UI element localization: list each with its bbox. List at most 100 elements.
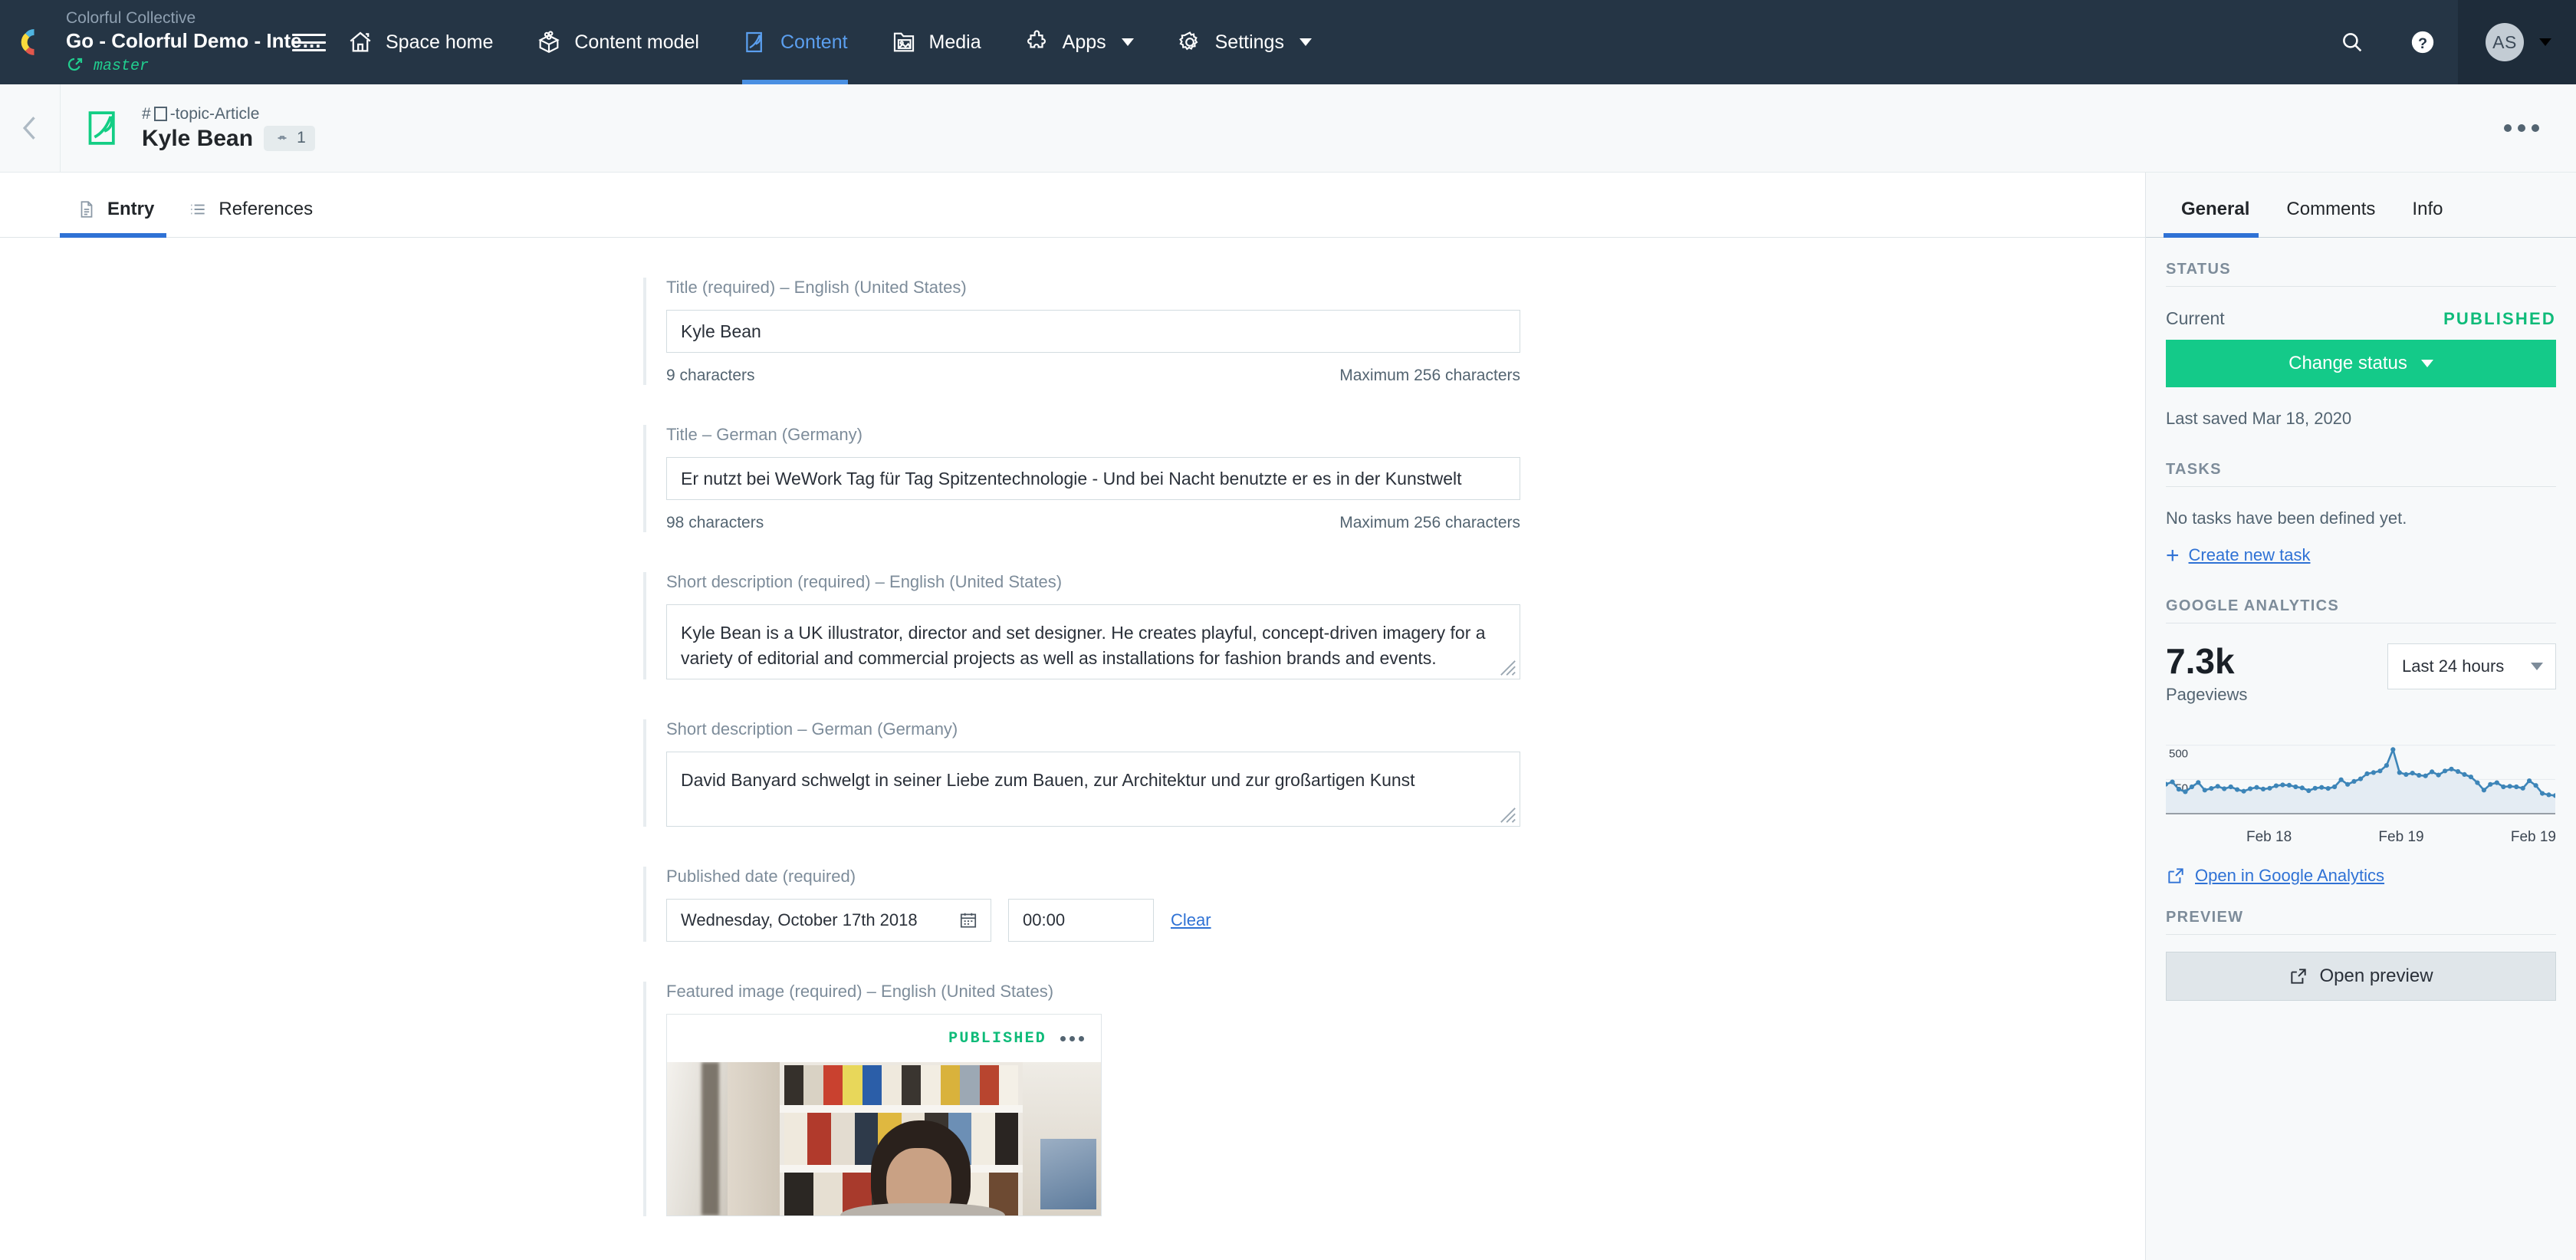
entry-editor-tabs: Entry References — [0, 173, 2145, 238]
ga-xtick: Feb 18 — [2246, 829, 2292, 846]
user-account-menu[interactable]: AS — [2458, 0, 2576, 84]
incoming-links-badge[interactable]: 1 — [264, 126, 315, 151]
resize-handle-icon[interactable] — [1500, 660, 1516, 676]
field-meta: 98 characters Maximum 256 characters — [666, 514, 1520, 532]
space-name: Go - Colorful Demo - Inte… — [66, 28, 281, 54]
fields-container: Title (required) – English (United State… — [643, 238, 1502, 1216]
change-status-label: Change status — [2288, 353, 2407, 374]
ga-range-select[interactable]: Last 24 hours — [2387, 643, 2556, 689]
field-published-date: Published date (required) Wednesday, Oct… — [643, 867, 1502, 942]
environment-row: master — [66, 56, 281, 76]
short-description-de-textarea[interactable]: David Banyard schwelgt in seiner Liebe z… — [666, 752, 1520, 827]
nav-item-content-model[interactable]: Content model — [514, 0, 721, 84]
sidebar-tab-general[interactable]: General — [2163, 199, 2268, 237]
top-navigation-bar: Colorful Collective Go - Colorful Demo -… — [0, 0, 2576, 84]
entry-content-type: # -topic-Article — [142, 104, 315, 124]
field-spacer — [643, 942, 1502, 982]
change-status-button[interactable]: Change status — [2166, 340, 2556, 387]
entry-sidebar: General Comments Info STATUS Current PUB… — [2145, 173, 2576, 1260]
ga-chart-xaxis: Feb 18 Feb 19 Feb 19 — [2166, 824, 2556, 846]
help-icon: ? — [2410, 29, 2436, 55]
google-analytics-section-title: GOOGLE ANALYTICS — [2166, 597, 2556, 623]
title-en-input[interactable]: Kyle Bean — [666, 310, 1520, 353]
tab-references[interactable]: References — [171, 199, 330, 237]
status-current-label: Current — [2166, 308, 2225, 329]
svg-text:500: 500 — [2169, 748, 2188, 761]
space-brand-block[interactable]: Colorful Collective Go - Colorful Demo -… — [0, 0, 326, 84]
contentful-logo-icon — [14, 24, 51, 61]
search-button[interactable] — [2317, 0, 2387, 84]
back-button[interactable] — [0, 84, 60, 173]
create-new-task-button[interactable]: + Create new task — [2166, 545, 2556, 565]
sidebar-tab-label: Comments — [2286, 199, 2375, 219]
entry-actions-menu-button[interactable] — [2504, 124, 2539, 132]
nav-item-media[interactable]: Media — [869, 0, 1003, 84]
field-spacer — [643, 679, 1502, 719]
field-spacer — [643, 385, 1502, 425]
status-section-title: STATUS — [2166, 261, 2556, 287]
resize-handle-icon[interactable] — [1500, 807, 1516, 824]
media-icon — [891, 29, 917, 55]
asset-actions-menu-button[interactable] — [1060, 1036, 1084, 1041]
open-preview-label: Open preview — [2319, 966, 2433, 987]
home-icon — [347, 29, 373, 55]
chevron-down-icon — [2539, 38, 2551, 46]
date-time-row: Wednesday, October 17th 2018 00:00 Clear — [666, 899, 1502, 942]
sidebar-tab-info[interactable]: Info — [2394, 199, 2461, 237]
field-label: Short description (required) – English (… — [666, 572, 1502, 592]
contentful-app-window: Colorful Collective Go - Colorful Demo -… — [0, 0, 2576, 1260]
calendar-icon — [958, 910, 978, 930]
sidebar-tabs: General Comments Info — [2146, 173, 2576, 238]
open-preview-button[interactable]: Open preview — [2166, 952, 2556, 1001]
ga-metric-label: Pageviews — [2166, 685, 2247, 705]
field-label: Featured image (required) – English (Uni… — [666, 982, 1502, 1002]
nav-label: Content — [780, 31, 848, 54]
fields-scroll-region[interactable]: Title (required) – English (United State… — [0, 238, 2145, 1260]
nav-item-settings[interactable]: Settings — [1155, 0, 1333, 84]
missing-glyph-icon — [154, 107, 167, 121]
sidebar-tab-label: Info — [2412, 199, 2443, 219]
entry-header-bar: # -topic-Article Kyle Bean 1 — [0, 84, 2576, 173]
field-title-de: Title – German (Germany) Er nutzt bei We… — [643, 425, 1502, 532]
nav-item-space-home[interactable]: Space home — [326, 0, 514, 84]
chevron-down-icon — [2421, 360, 2433, 367]
field-meta: 9 characters Maximum 256 characters — [666, 367, 1520, 385]
plus-icon: + — [2166, 548, 2180, 564]
clear-date-link[interactable]: Clear — [1171, 910, 1211, 930]
asset-card[interactable]: PUBLISHED — [666, 1014, 1102, 1216]
tab-entry[interactable]: Entry — [60, 199, 171, 237]
field-label: Title – German (Germany) — [666, 425, 1502, 445]
ga-pageviews-chart: 250500 Feb 18 Feb 19 Feb 19 — [2166, 725, 2556, 840]
content-type-prefix: # — [142, 104, 151, 124]
open-ga-label: Open in Google Analytics — [2195, 866, 2384, 886]
tab-label: References — [219, 199, 313, 220]
links-count: 1 — [297, 129, 306, 147]
nav-label: Media — [929, 31, 981, 54]
open-in-google-analytics-link[interactable]: Open in Google Analytics — [2166, 866, 2556, 886]
asset-status-badge: PUBLISHED — [948, 1030, 1046, 1048]
short-description-en-textarea[interactable]: Kyle Bean is a UK illustrator, director … — [666, 604, 1520, 679]
title-de-input[interactable]: Er nutzt bei WeWork Tag für Tag Spitzent… — [666, 457, 1520, 500]
asset-thumbnail-image — [667, 1062, 1101, 1216]
ga-metric-block: 7.3k Pageviews — [2166, 643, 2247, 705]
ga-chart-svg: 250500 — [2166, 725, 2555, 824]
textarea-value: Kyle Bean is a UK illustrator, director … — [681, 620, 1500, 670]
preview-section-title: PREVIEW — [2166, 909, 2556, 935]
link-icon — [273, 129, 291, 147]
nav-label: Space home — [386, 31, 493, 54]
help-button[interactable]: ? — [2387, 0, 2458, 84]
chevron-down-icon — [1300, 38, 1312, 46]
nav-item-content[interactable]: Content — [721, 0, 869, 84]
ga-xtick: Feb 19 — [2378, 829, 2423, 846]
create-new-task-label: Create new task — [2189, 545, 2311, 565]
published-time-input[interactable]: 00:00 — [1008, 899, 1154, 942]
published-date-input[interactable]: Wednesday, October 17th 2018 — [666, 899, 991, 942]
sidebar-tab-comments[interactable]: Comments — [2268, 199, 2394, 237]
environment-branch-icon — [66, 56, 86, 76]
field-title-en: Title (required) – English (United State… — [643, 278, 1502, 385]
field-spacer — [643, 827, 1502, 867]
space-menu-toggle-button[interactable] — [292, 25, 326, 59]
nav-item-apps[interactable]: Apps — [1003, 0, 1155, 84]
char-count: 9 characters — [666, 367, 755, 385]
search-icon — [2339, 29, 2365, 55]
